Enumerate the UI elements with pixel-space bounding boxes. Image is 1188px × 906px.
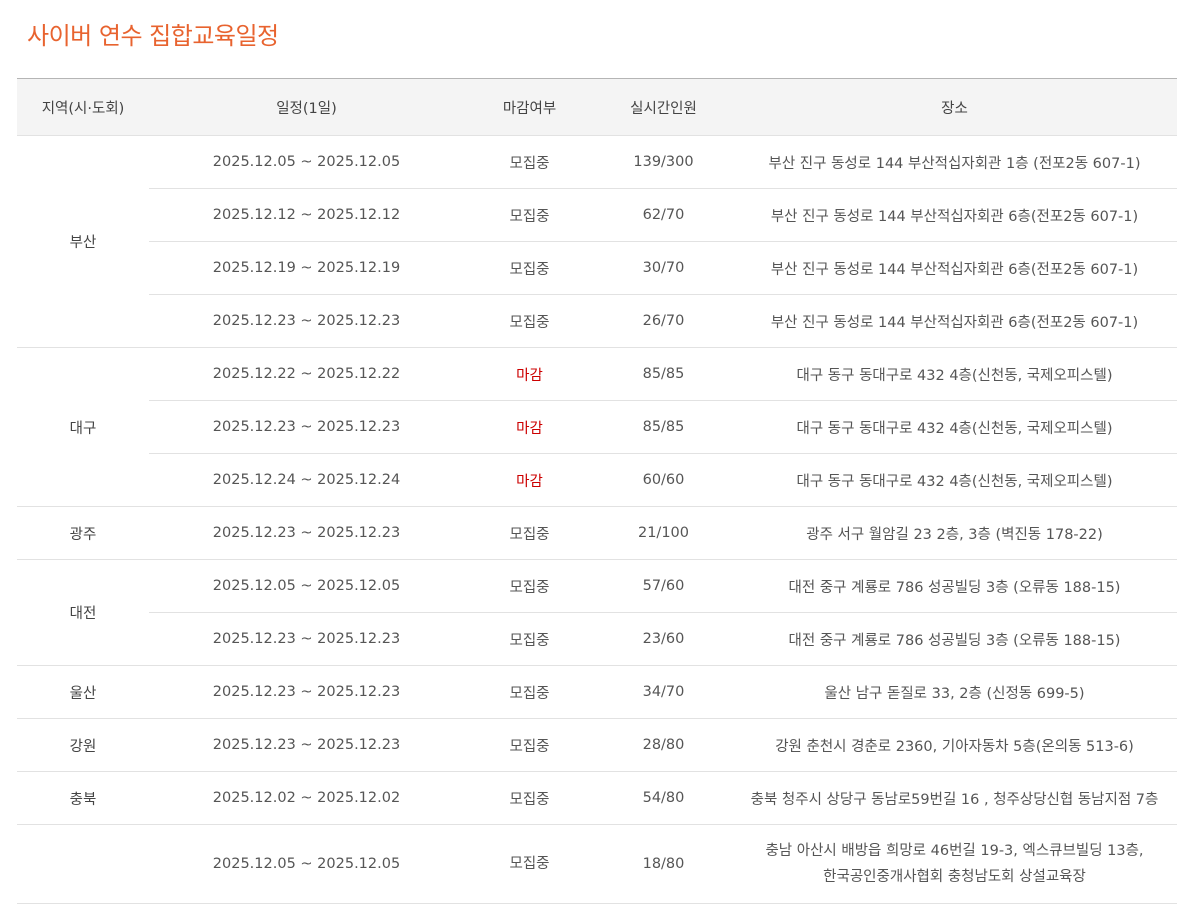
- date-cell: 2025.12.23 ~ 2025.12.23: [149, 718, 464, 772]
- table-row: 2025.12.24 ~ 2025.12.24 마감 60/60 대구 동구 동대구로…: [17, 453, 1177, 507]
- table-row: 2025.12.05 ~ 2025.12.05 모집중 18/80 충남 아산시 배방…: [17, 824, 1177, 904]
- page-title: 사이버 연수 집합교육일정: [27, 22, 279, 50]
- table-row: 2025.12.23 ~ 2025.12.23 모집중 26/70 부산 진구 동성로…: [17, 294, 1177, 348]
- status-cell: 모집중: [464, 241, 595, 295]
- table-row: 강원 2025.12.23 ~ 2025.12.23 모집중 28/80 강원 춘천시 …: [17, 718, 1177, 772]
- date-cell: 2025.12.05 ~ 2025.12.05: [149, 135, 464, 189]
- date-cell: 2025.12.05 ~ 2025.12.05: [149, 824, 464, 904]
- count-cell: 30/70: [595, 241, 732, 295]
- count-cell: 62/70: [595, 188, 732, 242]
- place-cell: 부산 진구 동성로 144 부산적십자회관 6층(전포2동 607-1): [732, 241, 1177, 295]
- table-row: 2025.12.23 ~ 2025.12.23 마감 85/85 대구 동구 동대구로…: [17, 400, 1177, 454]
- header-status: 마감여부: [464, 78, 595, 136]
- table-row: 광주 2025.12.23 ~ 2025.12.23 모집중 21/100 광주 서구 …: [17, 506, 1177, 560]
- schedule-table: 지역(시·도회) 일정(1일) 마감여부 실시간인원 장소 부산 2025.12.…: [17, 78, 1177, 904]
- date-cell: 2025.12.12 ~ 2025.12.12: [149, 188, 464, 242]
- region-cell: 충북: [17, 771, 149, 825]
- region-cell: 울산: [17, 665, 149, 719]
- place-cell: 부산 진구 동성로 144 부산적십자회관 6층(전포2동 607-1): [732, 294, 1177, 348]
- place-cell: 대구 동구 동대구로 432 4층(신천동, 국제오피스텔): [732, 347, 1177, 401]
- status-cell: 모집중: [464, 718, 595, 772]
- count-cell: 26/70: [595, 294, 732, 348]
- status-cell: 마감: [464, 400, 595, 454]
- place-cell: 대구 동구 동대구로 432 4층(신천동, 국제오피스텔): [732, 453, 1177, 507]
- date-cell: 2025.12.02 ~ 2025.12.02: [149, 771, 464, 825]
- place-cell: 대전 중구 계룡로 786 성공빌딩 3층 (오류동 188-15): [732, 612, 1177, 666]
- header-place: 장소: [732, 78, 1177, 136]
- header-row: 지역(시·도회) 일정(1일) 마감여부 실시간인원 장소: [17, 78, 1177, 136]
- count-cell: 139/300: [595, 135, 732, 189]
- region-cell: 대전: [17, 559, 149, 666]
- count-cell: 85/85: [595, 347, 732, 401]
- date-cell: 2025.12.23 ~ 2025.12.23: [149, 506, 464, 560]
- count-cell: 34/70: [595, 665, 732, 719]
- status-cell: 모집중: [464, 771, 595, 825]
- status-cell: 모집중: [464, 188, 595, 242]
- status-cell: 모집중: [464, 135, 595, 189]
- table-header: 지역(시·도회) 일정(1일) 마감여부 실시간인원 장소: [17, 78, 1177, 136]
- status-cell: 모집중: [464, 824, 595, 904]
- place-cell: 충남 아산시 배방읍 희망로 46번길 19-3, 엑스큐브빌딩 13층, 한국공…: [732, 824, 1177, 904]
- status-cell: 모집중: [464, 665, 595, 719]
- status-cell: 모집중: [464, 612, 595, 666]
- table-row: 2025.12.12 ~ 2025.12.12 모집중 62/70 부산 진구 동성로…: [17, 188, 1177, 242]
- status-cell: 마감: [464, 347, 595, 401]
- place-cell: 울산 남구 돋질로 33, 2층 (신정동 699-5): [732, 665, 1177, 719]
- table-row: 부산 2025.12.05 ~ 2025.12.05 모집중 139/300 부산 진구…: [17, 135, 1177, 348]
- date-cell: 2025.12.05 ~ 2025.12.05: [149, 559, 464, 613]
- table-row: 울산 2025.12.23 ~ 2025.12.23 모집중 34/70 울산 남구 돋…: [17, 665, 1177, 719]
- count-cell: 60/60: [595, 453, 732, 507]
- date-cell: 2025.12.23 ~ 2025.12.23: [149, 294, 464, 348]
- count-cell: 23/60: [595, 612, 732, 666]
- date-cell: 2025.12.23 ~ 2025.12.23: [149, 665, 464, 719]
- header-count: 실시간인원: [595, 78, 732, 136]
- place-cell: 광주 서구 월암길 23 2층, 3층 (벽진동 178-22): [732, 506, 1177, 560]
- table-row: 대구 2025.12.22 ~ 2025.12.22 마감 85/85 대구 동구 동대…: [17, 347, 1177, 507]
- place-cell: 강원 춘천시 경춘로 2360, 기아자동차 5층(온의동 513-6): [732, 718, 1177, 772]
- place-cell: 충북 청주시 상당구 동남로59번길 16 , 청주상당신협 동남지점 7층: [732, 771, 1177, 825]
- date-cell: 2025.12.23 ~ 2025.12.23: [149, 400, 464, 454]
- place-cell: 대전 중구 계룡로 786 성공빌딩 3층 (오류동 188-15): [732, 559, 1177, 613]
- region-cell: [17, 824, 149, 904]
- count-cell: 28/80: [595, 718, 732, 772]
- status-cell: 모집중: [464, 294, 595, 348]
- date-cell: 2025.12.19 ~ 2025.12.19: [149, 241, 464, 295]
- region-cell: 대구: [17, 347, 149, 507]
- table-row: 2025.12.19 ~ 2025.12.19 모집중 30/70 부산 진구 동성로…: [17, 241, 1177, 295]
- table-row: 대전 2025.12.05 ~ 2025.12.05 모집중 57/60 대전 중구 계…: [17, 559, 1177, 666]
- region-cell: 부산: [17, 135, 149, 348]
- status-cell: 마감: [464, 453, 595, 507]
- place-cell: 부산 진구 동성로 144 부산적십자회관 1층 (전포2동 607-1): [732, 135, 1177, 189]
- count-cell: 85/85: [595, 400, 732, 454]
- status-cell: 모집중: [464, 559, 595, 613]
- date-cell: 2025.12.23 ~ 2025.12.23: [149, 612, 464, 666]
- count-cell: 54/80: [595, 771, 732, 825]
- count-cell: 18/80: [595, 824, 732, 904]
- place-line: 충남 아산시 배방읍 희망로 46번길 19-3, 엑스큐브빌딩 13층,: [765, 843, 1144, 859]
- place-cell: 부산 진구 동성로 144 부산적십자회관 6층(전포2동 607-1): [732, 188, 1177, 242]
- table-row: 충북 2025.12.02 ~ 2025.12.02 모집중 54/80 충북 청주시 …: [17, 771, 1177, 825]
- count-cell: 57/60: [595, 559, 732, 613]
- date-cell: 2025.12.24 ~ 2025.12.24: [149, 453, 464, 507]
- place-line: 한국공인중개사협회 충청남도회 상설교육장: [823, 869, 1086, 885]
- date-cell: 2025.12.22 ~ 2025.12.22: [149, 347, 464, 401]
- table-row: 2025.12.23 ~ 2025.12.23 모집중 23/60 대전 중구 계룡로…: [17, 612, 1177, 666]
- region-cell: 광주: [17, 506, 149, 560]
- table-body: 부산 2025.12.05 ~ 2025.12.05 모집중 139/300 부산 진구…: [17, 135, 1177, 904]
- count-cell: 21/100: [595, 506, 732, 560]
- header-date: 일정(1일): [149, 78, 464, 136]
- place-cell: 대구 동구 동대구로 432 4층(신천동, 국제오피스텔): [732, 400, 1177, 454]
- status-cell: 모집중: [464, 506, 595, 560]
- region-cell: 강원: [17, 718, 149, 772]
- header-region: 지역(시·도회): [17, 78, 149, 136]
